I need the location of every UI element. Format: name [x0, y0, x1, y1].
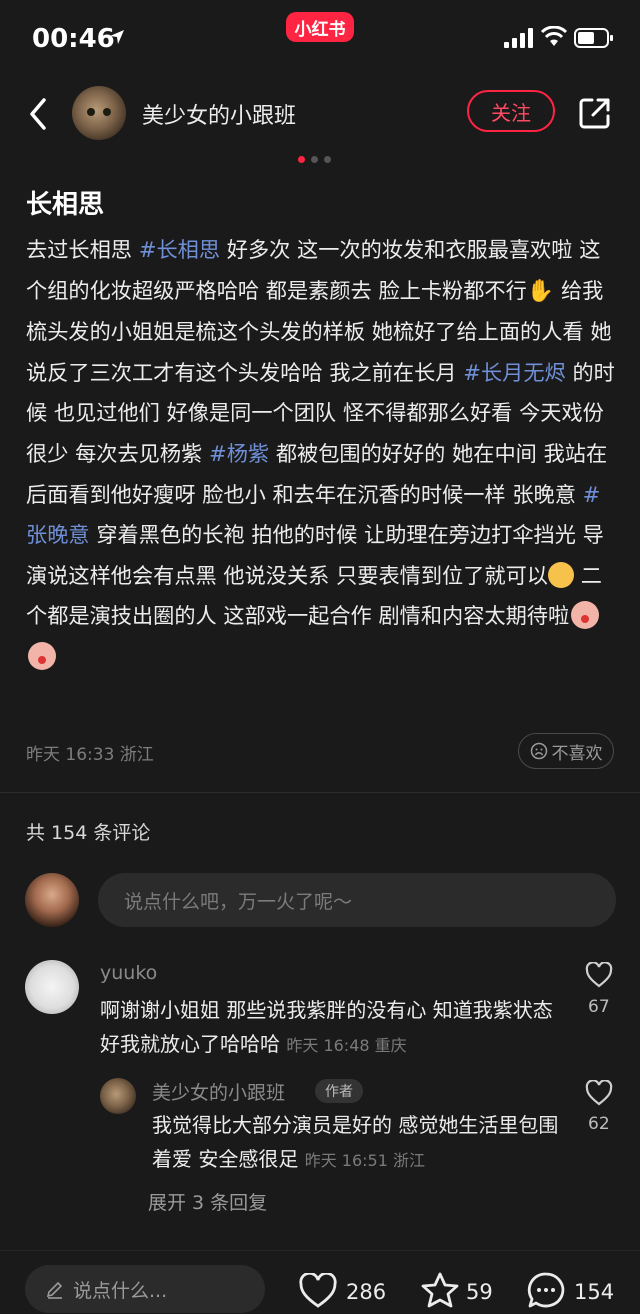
baby-face-emoji — [28, 641, 56, 670]
bottom-input-placeholder: 说点什么... — [73, 1279, 168, 1302]
like-count: 286 — [346, 1280, 387, 1304]
comment-total-count: 154 — [574, 1280, 615, 1304]
back-arrow-icon[interactable] — [24, 94, 52, 134]
comment-meta: 昨天 16:48 重庆 — [286, 1036, 407, 1055]
comment-text: 啊谢谢小姐姐 那些说我紫胖的没有心 知道我紫状态好我就放心了哈哈哈 昨天 16:… — [100, 993, 570, 1063]
comment-bubble-icon[interactable] — [526, 1271, 566, 1309]
reply-meta: 昨天 16:51 浙江 — [304, 1151, 426, 1170]
expand-replies-link[interactable]: 展开 3 条回复 — [148, 1188, 267, 1215]
heart-icon[interactable] — [585, 1080, 613, 1106]
comment-count: 共 154 条评论 — [26, 822, 151, 844]
post-title: 长相思 — [26, 190, 105, 220]
raised-hand-emoji: ✋ — [526, 278, 555, 304]
author-badge: 作者 — [315, 1079, 363, 1103]
comment-input[interactable]: 说点什么吧，万一火了呢～ — [98, 873, 616, 927]
signal-icon — [504, 28, 533, 48]
baby-face-emoji — [571, 601, 600, 630]
sad-face-icon — [530, 742, 547, 760]
share-icon[interactable] — [578, 96, 612, 130]
my-avatar — [25, 873, 79, 927]
author-name[interactable]: 美少女的小跟班 — [142, 98, 296, 130]
page-dot — [311, 156, 318, 163]
like-heart-icon[interactable] — [298, 1273, 338, 1309]
follow-button[interactable]: 关注 — [467, 90, 555, 132]
author-avatar[interactable] — [72, 86, 126, 140]
post-header: 美少女的小跟班 关注 — [0, 76, 640, 152]
commenter-name[interactable]: yuuko — [100, 962, 157, 984]
status-time: 00:46 — [32, 24, 115, 54]
pencil-icon — [46, 1281, 63, 1299]
image-page-indicator — [298, 156, 331, 163]
commenter-avatar[interactable] — [25, 960, 79, 1014]
dislike-button[interactable]: 不喜欢 — [518, 733, 614, 769]
status-bar: 00:46 小红书 — [0, 0, 640, 76]
hashtag-link[interactable]: #长相思 — [139, 237, 220, 262]
reply-like-count: 62 — [588, 1114, 610, 1134]
reply-text: 我觉得比大部分演员是好的 感觉她生活里包围着爱 安全感很足 昨天 16:51 浙… — [152, 1108, 562, 1178]
page-dot-active — [298, 156, 305, 163]
post-text-segment: 去过长相思 — [26, 237, 139, 262]
wifi-icon — [540, 26, 568, 46]
app-badge: 小红书 — [286, 12, 354, 42]
reply-avatar[interactable] — [100, 1078, 136, 1114]
divider — [0, 792, 640, 793]
post-content: 去过长相思 #长相思 好多次 这一次的妆发和衣服最喜欢啦 这个组的化妆超级严格哈… — [26, 230, 616, 678]
post-text-segment: 穿着黑色的长袍 拍他的时候 让助理在旁边打伞挡光 导演说这样他会有点黑 他说没关… — [26, 522, 604, 588]
favorite-count: 59 — [466, 1280, 493, 1304]
location-arrow-icon — [110, 30, 124, 44]
bottom-comment-input[interactable]: 说点什么... — [25, 1265, 265, 1313]
comment-like-count: 67 — [588, 997, 610, 1017]
reply-author-name[interactable]: 美少女的小跟班 — [152, 1078, 285, 1105]
relieved-face-emoji — [547, 561, 574, 588]
hashtag-link[interactable]: #长月无烬 — [463, 360, 566, 385]
bottom-action-bar: 说点什么... 286 59 154 — [0, 1250, 640, 1314]
heart-icon[interactable] — [585, 962, 613, 988]
page-dot — [324, 156, 331, 163]
battery-icon — [574, 28, 613, 48]
hashtag-link[interactable]: #杨紫 — [209, 441, 269, 466]
post-meta: 昨天 16:33 浙江 — [26, 745, 154, 765]
star-icon[interactable] — [420, 1271, 460, 1309]
dislike-label: 不喜欢 — [551, 743, 603, 764]
